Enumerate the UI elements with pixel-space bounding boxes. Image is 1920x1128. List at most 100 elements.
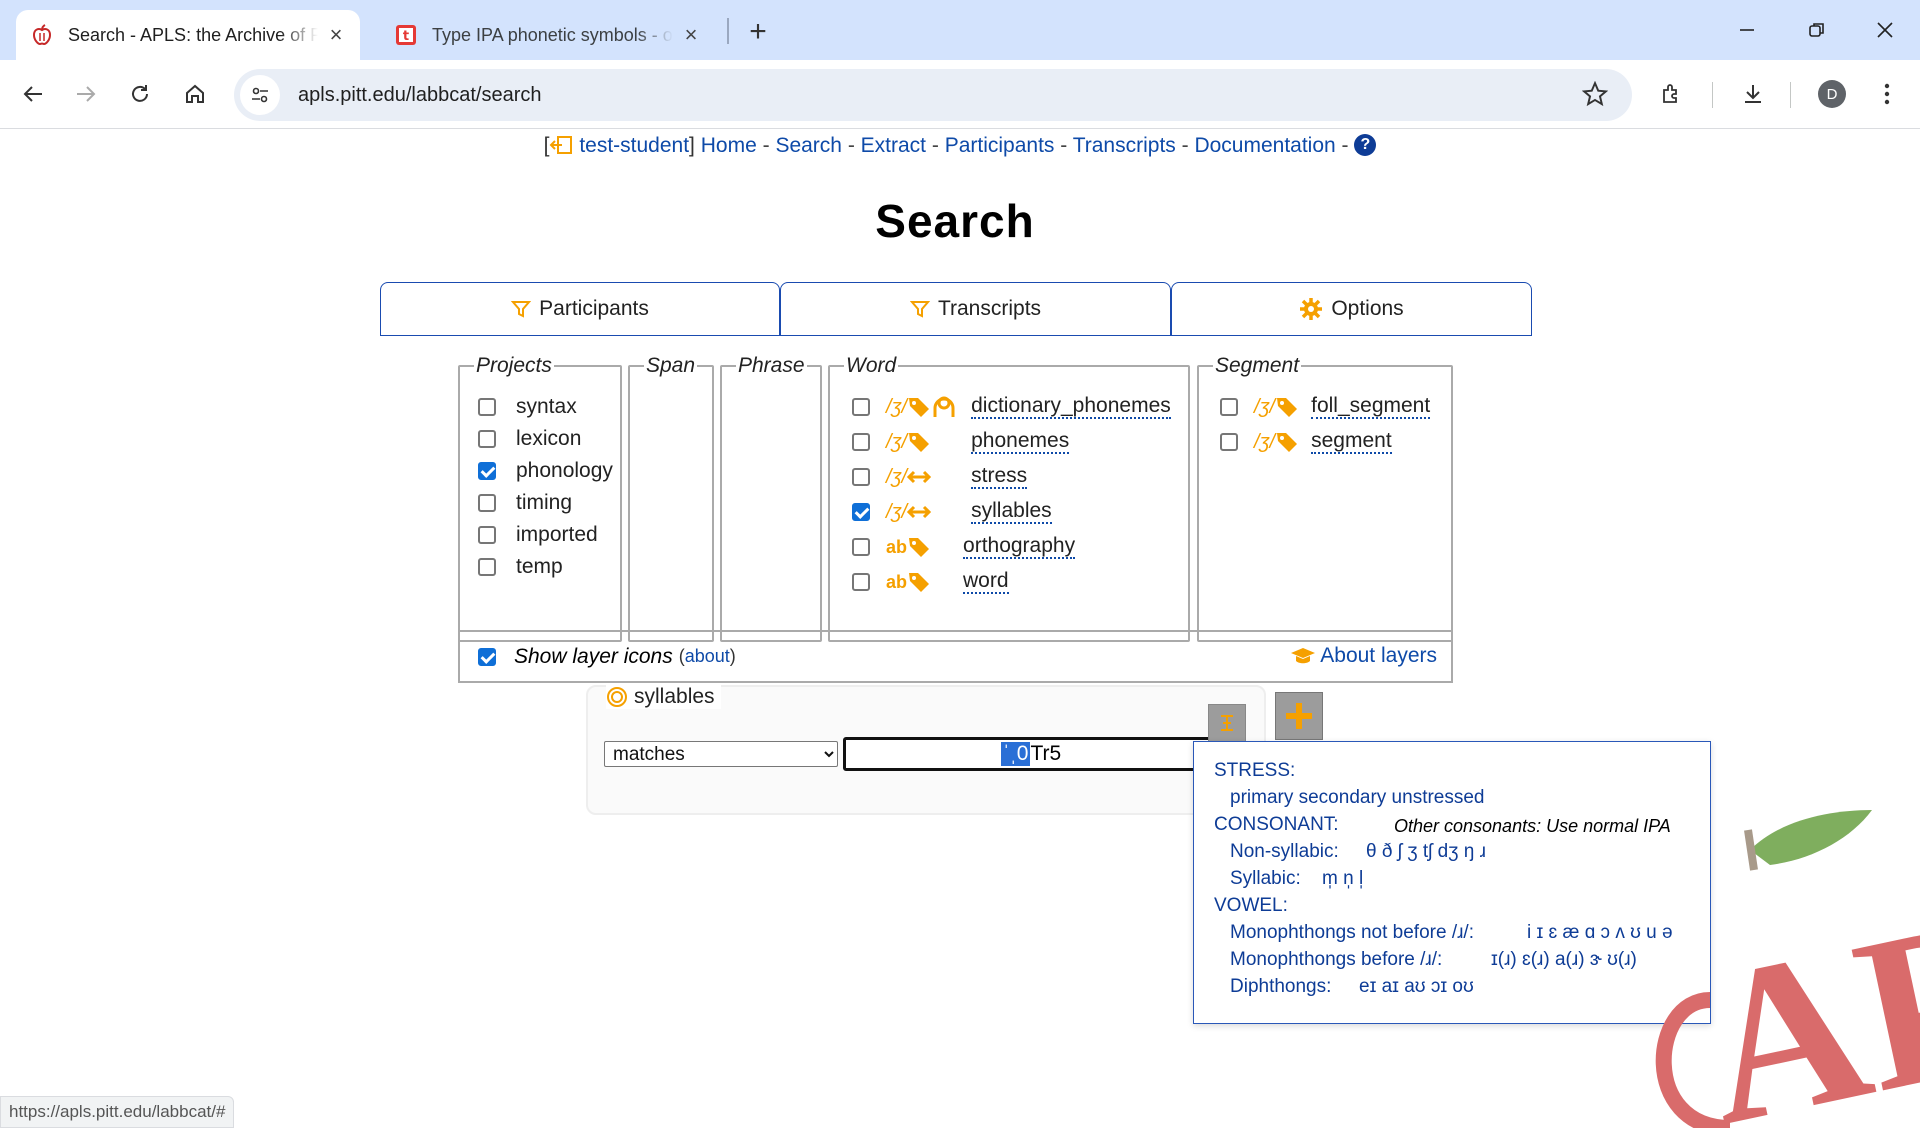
layer-matcher: syllables matches ˈˌ0 Tr5 <box>586 685 1266 815</box>
nav-extract[interactable]: Extract <box>861 134 926 157</box>
checkbox[interactable] <box>478 526 496 544</box>
about-paren-close: ) <box>729 646 736 666</box>
project-label: temp <box>516 555 563 578</box>
diphthongs-symbols[interactable]: eɪ aɪ aʊ ɔɪ oʊ <box>1359 976 1474 998</box>
layer-label[interactable]: word <box>963 570 1009 594</box>
checkbox[interactable] <box>478 558 496 576</box>
add-matcher-button[interactable] <box>1275 692 1323 740</box>
logout-icon[interactable] <box>549 133 573 154</box>
layer-foll-segment[interactable]: /ʒ/ foll_segment <box>1220 392 1431 422</box>
checkbox[interactable] <box>478 494 496 512</box>
profile-avatar[interactable]: D <box>1812 74 1852 114</box>
layer-stress[interactable]: /ʒ/ stress <box>852 462 1028 492</box>
nav-search[interactable]: Search <box>775 134 842 157</box>
tab-participants[interactable]: Participants <box>380 282 780 336</box>
layer-word[interactable]: ab word <box>852 567 1009 597</box>
checkbox[interactable] <box>1220 398 1238 416</box>
stress-heading: STRESS: <box>1214 760 1296 781</box>
restore-icon[interactable] <box>1792 8 1842 52</box>
nav-separator: - <box>1335 134 1355 157</box>
matcher-layer-name: syllables <box>634 685 715 708</box>
mono-r-label: Monophthongs before /ɹ/: <box>1230 949 1443 970</box>
project-timing[interactable]: timing <box>478 488 572 518</box>
toolbar-separator <box>1790 82 1791 108</box>
nav-documentation[interactable]: Documentation <box>1194 134 1335 157</box>
phrase-legend: Phrase <box>738 354 805 377</box>
syllabic-symbols[interactable]: m̩ n̩ l̩ <box>1322 868 1363 890</box>
new-tab-icon[interactable]: + <box>740 14 776 50</box>
checkbox[interactable] <box>852 398 870 416</box>
nav-participants[interactable]: Participants <box>945 134 1055 157</box>
tab-options[interactable]: Options <box>1171 282 1532 336</box>
layer-label[interactable]: phonemes <box>971 430 1070 454</box>
nav-separator: - <box>926 134 945 157</box>
project-imported[interactable]: imported <box>478 520 598 550</box>
close-tab-icon[interactable]: × <box>326 22 346 47</box>
help-icon[interactable]: ? <box>1354 134 1377 156</box>
stress-line[interactable]: primary secondary unstressed <box>1230 787 1485 809</box>
avatar: D <box>1818 80 1846 108</box>
tab-transcripts[interactable]: Transcripts <box>780 282 1171 336</box>
user-link[interactable]: test-student <box>579 134 689 157</box>
layer-phonemes[interactable]: /ʒ/ phonemes <box>852 427 1070 457</box>
checkbox[interactable] <box>852 468 870 486</box>
project-lexicon[interactable]: lexicon <box>478 424 581 454</box>
extensions-icon[interactable] <box>1652 74 1692 114</box>
reload-icon[interactable] <box>120 74 160 114</box>
layer-dictionary-phonemes[interactable]: /ʒ/ dictionary_phonemes <box>852 392 1171 422</box>
checkbox[interactable] <box>478 430 496 448</box>
checkbox[interactable] <box>852 573 870 591</box>
project-phonology[interactable]: phonology <box>478 456 613 486</box>
layer-label[interactable]: syllables <box>971 500 1052 524</box>
word-legend: Word <box>846 354 897 377</box>
site-settings-icon[interactable] <box>240 75 280 115</box>
ipa-helper-button[interactable] <box>1208 704 1246 742</box>
layer-label[interactable]: segment <box>1311 430 1392 454</box>
pattern-input[interactable]: ˈˌ0 Tr5 <box>843 737 1219 771</box>
close-window-icon[interactable] <box>1860 8 1910 52</box>
project-label: phonology <box>516 459 613 482</box>
about-link[interactable]: about <box>685 646 730 666</box>
show-layer-icons-checkbox[interactable] <box>478 647 496 666</box>
layer-syllables[interactable]: /ʒ/ syllables <box>852 497 1052 527</box>
menu-kebab-icon[interactable] <box>1867 74 1907 114</box>
about-layers-link[interactable]: About layers <box>1290 644 1437 668</box>
checkbox[interactable] <box>478 462 496 480</box>
about-link-wrapper: (about) <box>679 646 736 667</box>
tab-apls-search[interactable]: Search - APLS: the Archive of Pi × <box>16 10 360 60</box>
project-label: imported <box>516 523 598 546</box>
nonsyllabic-symbols[interactable]: θ ð ʃ ʒ tʃ dʒ ŋ ɹ <box>1366 841 1486 863</box>
layer-label[interactable]: orthography <box>963 535 1076 559</box>
layer-label[interactable]: dictionary_phonemes <box>971 395 1171 419</box>
layer-orthography[interactable]: ab orthography <box>852 532 1076 562</box>
layer-label[interactable]: foll_segment <box>1311 395 1431 419</box>
nav-transcripts[interactable]: Transcripts <box>1073 134 1176 157</box>
tag-icon <box>909 573 930 592</box>
layer-segment[interactable]: /ʒ/ segment <box>1220 427 1392 457</box>
tab-strip: Search - APLS: the Archive of Pi × t Typ… <box>0 0 1920 60</box>
layer-label[interactable]: stress <box>971 465 1028 489</box>
home-icon[interactable] <box>175 74 215 114</box>
mono-r-symbols[interactable]: ɪ(ɹ) ɛ(ɹ) a(ɹ) ɝ ʊ(ɹ) <box>1491 949 1637 971</box>
address-bar[interactable]: apls.pitt.edu/labbcat/search <box>234 69 1632 121</box>
checkbox[interactable] <box>852 538 870 556</box>
operator-select[interactable]: matches <box>604 741 838 767</box>
minimize-icon[interactable] <box>1722 8 1772 52</box>
project-temp[interactable]: temp <box>478 552 563 582</box>
svg-text:t: t <box>403 29 409 44</box>
checkbox[interactable] <box>478 398 496 416</box>
tag-icon <box>1277 398 1298 417</box>
close-tab-icon[interactable]: × <box>681 22 701 47</box>
back-icon[interactable] <box>13 74 53 114</box>
target-icon[interactable] <box>606 686 628 708</box>
bookmark-star-icon[interactable] <box>1581 80 1610 109</box>
forward-icon[interactable] <box>66 74 106 114</box>
checkbox[interactable] <box>852 503 870 521</box>
tab-ipa-type[interactable]: t Type IPA phonetic symbols - on × <box>380 10 715 60</box>
downloads-icon[interactable] <box>1733 74 1773 114</box>
checkbox[interactable] <box>852 433 870 451</box>
project-syntax[interactable]: syntax <box>478 392 577 422</box>
syllabic-label: Syllabic: <box>1230 868 1301 889</box>
checkbox[interactable] <box>1220 433 1238 451</box>
nav-home[interactable]: Home <box>701 134 757 157</box>
